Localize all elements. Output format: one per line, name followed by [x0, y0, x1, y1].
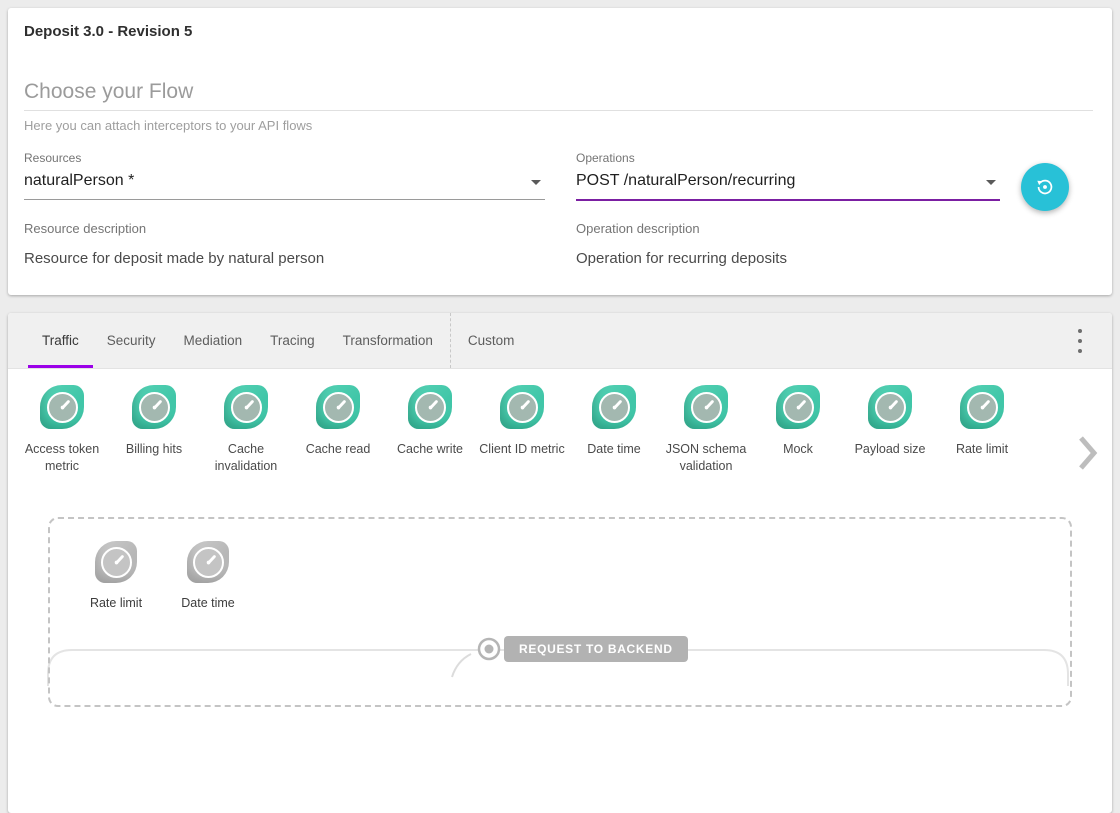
tab-mediation[interactable]: Mediation	[170, 313, 257, 368]
page-title: Deposit 3.0 - Revision 5	[24, 23, 192, 40]
operation-description: Operation description Operation for recu…	[576, 221, 787, 267]
dropped-interceptor-date-time[interactable]: Date time	[166, 541, 250, 610]
interceptor-item-rate-limit[interactable]: Rate limit	[936, 385, 1028, 458]
resources-value: naturalPerson *	[24, 172, 134, 189]
tab-custom[interactable]: Custom	[454, 313, 529, 368]
interceptor-label: Rate limit	[956, 441, 1008, 458]
interceptor-item-payload-size[interactable]: Payload size	[844, 385, 936, 458]
interceptor-label: Client ID metric	[479, 441, 564, 458]
interceptor-label: JSON schema validation	[660, 441, 752, 475]
interceptor-item-access-token-metric[interactable]: Access token metric	[16, 385, 108, 475]
operation-description-value: Operation for recurring deposits	[576, 250, 787, 267]
tab-label: Tracing	[270, 333, 315, 348]
operation-description-label: Operation description	[576, 221, 787, 236]
interceptor-item-billing-hits[interactable]: Billing hits	[108, 385, 200, 458]
interceptor-label: Billing hits	[126, 441, 182, 458]
tab-traffic[interactable]: Traffic	[28, 313, 93, 368]
tab-label: Transformation	[343, 333, 433, 348]
flow-section-subheading: Here you can attach interceptors to your…	[24, 118, 312, 133]
interceptor-label: Cache read	[306, 441, 371, 458]
tab-divider	[450, 313, 451, 368]
tab-label: Security	[107, 333, 156, 348]
interceptor-label: Cache write	[397, 441, 463, 458]
interceptor-item-mock[interactable]: Mock	[752, 385, 844, 458]
dropped-interceptor-label: Date time	[181, 596, 235, 610]
gauge-icon	[187, 541, 229, 583]
resource-description: Resource description Resource for deposi…	[24, 221, 324, 267]
interceptors-panel: Traffic Security Mediation Tracing Trans…	[8, 313, 1112, 813]
request-to-backend-badge: REQUEST TO BACKEND	[504, 636, 688, 662]
tab-tracing[interactable]: Tracing	[256, 313, 329, 368]
operations-select[interactable]: Operations POST /naturalPerson/recurring	[576, 151, 1000, 201]
gauge-icon	[684, 385, 728, 429]
interceptor-item-cache-write[interactable]: Cache write	[384, 385, 476, 458]
interceptor-label: Date time	[587, 441, 641, 458]
history-button[interactable]	[1021, 163, 1069, 211]
tab-security[interactable]: Security	[93, 313, 170, 368]
resources-label: Resources	[24, 151, 545, 165]
interceptor-palette: Access token metric Billing hits Cache i…	[8, 369, 1112, 475]
interceptor-label: Access token metric	[16, 441, 108, 475]
interceptor-item-json-schema-validation[interactable]: JSON schema validation	[660, 385, 752, 475]
tab-label: Mediation	[184, 333, 243, 348]
dropped-interceptor-label: Rate limit	[90, 596, 142, 610]
resources-select[interactable]: Resources naturalPerson *	[24, 151, 545, 200]
api-revision-card: Deposit 3.0 - Revision 5 Choose your Flo…	[8, 8, 1112, 295]
interceptor-label: Cache invalidation	[200, 441, 292, 475]
gauge-icon	[408, 385, 452, 429]
gauge-icon	[960, 385, 1004, 429]
chevron-right-icon[interactable]	[1078, 435, 1098, 476]
interceptor-item-cache-read[interactable]: Cache read	[292, 385, 384, 458]
gauge-icon	[316, 385, 360, 429]
chevron-down-icon[interactable]	[986, 180, 996, 185]
gauge-icon	[132, 385, 176, 429]
tab-label: Custom	[468, 333, 515, 348]
tab-label: Traffic	[42, 333, 79, 348]
section-divider	[24, 110, 1093, 111]
interceptor-tabs: Traffic Security Mediation Tracing Trans…	[8, 313, 1112, 369]
interceptor-item-cache-invalidation[interactable]: Cache invalidation	[200, 385, 292, 475]
chevron-down-icon[interactable]	[531, 180, 541, 185]
flow-section-heading: Choose your Flow	[24, 80, 193, 104]
kebab-menu-icon[interactable]	[1074, 325, 1086, 357]
dropped-interceptor-rate-limit[interactable]: Rate limit	[74, 541, 158, 610]
resource-description-label: Resource description	[24, 221, 324, 236]
operations-label: Operations	[576, 151, 1000, 165]
gauge-icon	[500, 385, 544, 429]
tab-transformation[interactable]: Transformation	[329, 313, 447, 368]
interceptor-item-date-time[interactable]: Date time	[568, 385, 660, 458]
interceptor-dropzone[interactable]: Rate limit Date time	[48, 517, 1072, 707]
interceptor-label: Payload size	[855, 441, 926, 458]
gauge-icon	[224, 385, 268, 429]
gauge-icon	[592, 385, 636, 429]
gauge-icon	[95, 541, 137, 583]
operations-value: POST /naturalPerson/recurring	[576, 172, 795, 189]
flow-editor-page: { "window": { "title": "Deposit 3.0 - Re…	[0, 0, 1120, 670]
gauge-icon	[776, 385, 820, 429]
resource-description-value: Resource for deposit made by natural per…	[24, 250, 324, 267]
gauge-icon	[868, 385, 912, 429]
interceptor-item-client-id-metric[interactable]: Client ID metric	[476, 385, 568, 458]
gauge-icon	[40, 385, 84, 429]
interceptor-label: Mock	[783, 441, 813, 458]
history-icon	[1034, 176, 1056, 198]
